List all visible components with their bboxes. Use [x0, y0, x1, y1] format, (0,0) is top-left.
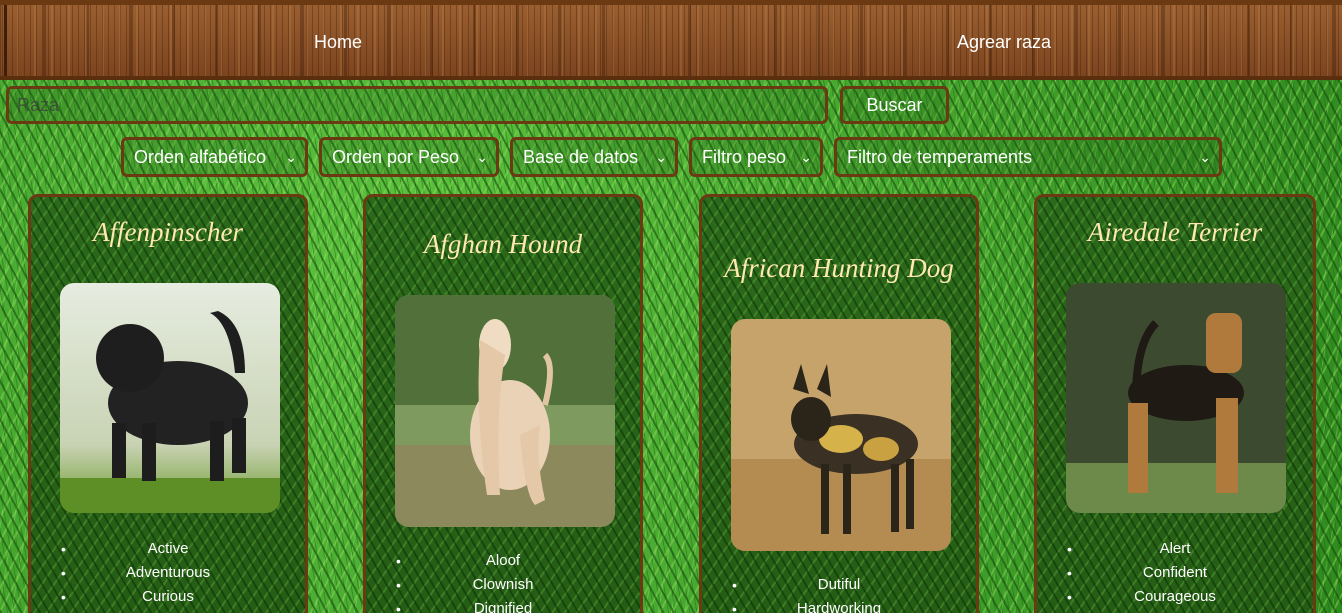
breed-card[interactable]: African Hunting Dog Dutiful Hardworking: [699, 194, 979, 613]
temperament-item: Courageous: [1037, 585, 1313, 609]
temperament-list: Dutiful Hardworking: [702, 573, 976, 613]
breed-name: Affenpinscher: [93, 217, 243, 247]
temperament-item: Active: [31, 537, 305, 561]
temperament-list: Active Adventurous Curious: [31, 537, 305, 609]
temperament-item: Alert: [1037, 537, 1313, 561]
temperament-item: Clownish: [366, 573, 640, 597]
temperament-list: Alert Confident Courageous: [1037, 537, 1313, 609]
chevron-down-icon: ⌄: [285, 149, 297, 165]
nav-add-breed-link[interactable]: Agrear raza: [957, 32, 1051, 53]
weight-filter-label: Filtro peso: [702, 147, 787, 167]
nav-home-link[interactable]: Home: [314, 32, 362, 53]
temperament-item: Dignified: [366, 597, 640, 613]
temperament-list: Aloof Clownish Dignified: [366, 549, 640, 613]
breed-card[interactable]: Affenpinscher Active Adventurous Curious: [28, 194, 308, 613]
temperament-item: Curious: [31, 585, 305, 609]
breed-name: African Hunting Dog: [724, 253, 954, 283]
search-button[interactable]: Buscar: [840, 86, 949, 124]
breed-card[interactable]: Afghan Hound Aloof Clownish Dignified: [363, 194, 643, 613]
chevron-down-icon: ⌄: [800, 149, 812, 165]
alphabetical-order-select[interactable]: Orden alfabético ⌄: [121, 137, 308, 177]
temperament-item: Aloof: [366, 549, 640, 573]
breed-card[interactable]: Airedale Terrier Alert Confident Courage…: [1034, 194, 1316, 613]
weight-filter-select[interactable]: Filtro peso ⌄: [689, 137, 823, 177]
temperament-item: Dutiful: [702, 573, 976, 597]
weight-order-label: Orden por Peso: [332, 147, 460, 167]
temperament-item: Hardworking: [702, 597, 976, 613]
temperament-filter-select[interactable]: Filtro de temperaments ⌄: [834, 137, 1222, 177]
breed-image: [731, 319, 951, 551]
weight-order-select[interactable]: Orden por Peso ⌄: [319, 137, 499, 177]
breed-image: [395, 295, 615, 527]
breed-name: Afghan Hound: [423, 229, 583, 259]
breed-name: Airedale Terrier: [1087, 217, 1263, 247]
database-label: Base de datos: [523, 147, 639, 167]
database-select[interactable]: Base de datos ⌄: [510, 137, 678, 177]
navbar: Home Agrear raza: [0, 0, 1342, 80]
breed-image: [1066, 283, 1286, 513]
chevron-down-icon: ⌄: [476, 149, 488, 165]
breed-image: [60, 283, 280, 513]
temperament-item: Adventurous: [31, 561, 305, 585]
breed-search-input[interactable]: [6, 86, 828, 124]
temperament-item: Confident: [1037, 561, 1313, 585]
chevron-down-icon: ⌄: [655, 149, 667, 165]
alphabetical-order-label: Orden alfabético: [134, 147, 267, 167]
chevron-down-icon: ⌄: [1199, 149, 1211, 165]
temperament-filter-label: Filtro de temperaments: [847, 147, 1033, 167]
